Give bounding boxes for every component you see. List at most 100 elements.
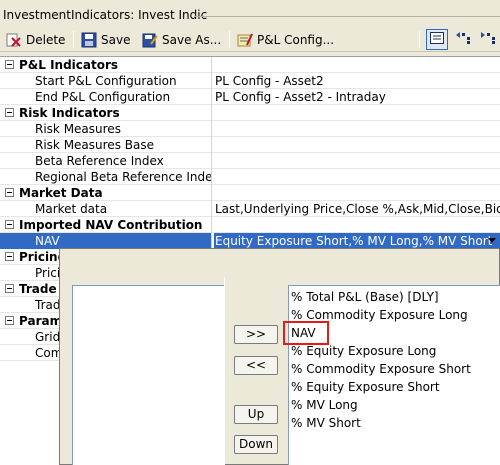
property-name-cell: Risk Indicators (0, 105, 212, 121)
property-label: Param (19, 314, 63, 328)
property-label: NAV (35, 234, 60, 248)
property-label: Beta Reference Index (35, 154, 164, 168)
property-name-cell: Start P&L Configuration (0, 73, 212, 89)
collapse-toggle-icon[interactable] (5, 316, 14, 325)
collapse-toggle-icon[interactable] (5, 284, 14, 293)
property-name-cell: Imported NAV Contribution (0, 217, 212, 233)
collapse-toggle-icon[interactable] (5, 60, 14, 69)
property-label: Trad (35, 298, 61, 312)
property-name-cell: Market data (0, 201, 212, 217)
save-label: Save (101, 32, 131, 47)
nav-selector-popup: >> << Up Down % Total P&L (Base) [DLY]% … (59, 248, 500, 465)
save-as-button[interactable]: Save As... (139, 29, 224, 50)
popup-divider (224, 277, 225, 465)
grid-property-row[interactable]: Market data Last,Underlying Price,Close %… (0, 201, 500, 217)
delete-icon (6, 32, 22, 48)
highlight-box (283, 321, 329, 345)
property-label: Prici (35, 266, 61, 280)
property-value-cell[interactable] (214, 169, 500, 185)
grid-group-row[interactable]: P&L Indicators (0, 57, 500, 73)
save-button[interactable]: Save (78, 29, 133, 50)
toolbar-separator (419, 31, 420, 48)
collapse-toggle-icon[interactable] (5, 188, 14, 197)
property-label: Trade (19, 282, 57, 296)
list-item[interactable]: % MV Short (291, 414, 361, 432)
pl-config-button[interactable]: P&L Config... (234, 29, 337, 50)
property-label: Market data (35, 202, 108, 216)
property-name-cell: Beta Reference Index (0, 153, 212, 169)
list-item[interactable]: % Commodity Exposure Short (291, 360, 471, 378)
grid-property-row[interactable]: End P&L Configuration PL Config - Asset2 … (0, 89, 500, 105)
property-value-cell[interactable]: PL Config - Asset2 (214, 73, 500, 89)
property-label: End P&L Configuration (35, 90, 171, 104)
list-item[interactable]: % MV Long (291, 396, 358, 414)
delete-button[interactable]: Delete (3, 29, 68, 50)
property-value: Last,Underlying Price,Close %,Ask,Mid,Cl… (215, 202, 500, 216)
property-name-cell: Regional Beta Reference Index (0, 169, 212, 185)
delete-label: Delete (26, 32, 66, 47)
toolbar-separator (73, 31, 74, 48)
pl-config-label: P&L Config... (257, 32, 335, 47)
grid-property-row[interactable]: Start P&L Configuration PL Config - Asset… (0, 73, 500, 89)
collapse-icon (480, 31, 498, 48)
list-view-button[interactable] (426, 29, 448, 50)
property-value-cell[interactable]: Equity Exposure Short,% MV Long,% MV Sho… (214, 233, 500, 249)
property-value: PL Config - Asset2 (215, 74, 324, 88)
grid-group-row[interactable]: Market Data (0, 185, 500, 201)
property-name-cell: Risk Measures Base (0, 137, 212, 153)
save-icon (81, 32, 97, 48)
grid-property-row[interactable]: Beta Reference Index (0, 153, 500, 169)
collapse-toggle-icon[interactable] (5, 252, 14, 261)
property-label: Start P&L Configuration (35, 74, 177, 88)
property-label: P&L Indicators (19, 58, 119, 72)
grid-property-row[interactable]: NAV Equity Exposure Short,% MV Long,% MV … (0, 233, 500, 249)
property-value-cell[interactable] (214, 105, 500, 121)
selected-items-list[interactable]: % Total P&L (Base) [DLY] % Commodity Expo… (283, 285, 500, 465)
property-value-cell[interactable] (214, 217, 500, 233)
toolbar-separator (229, 31, 230, 48)
list-item[interactable]: % Equity Exposure Short (291, 378, 440, 396)
expand-all-button[interactable] (453, 29, 475, 50)
dropdown-arrow-icon[interactable] (488, 238, 496, 243)
save-as-icon (142, 32, 158, 48)
property-name-cell: End P&L Configuration (0, 89, 212, 105)
property-label: Risk Indicators (19, 106, 120, 120)
list-view-icon (430, 32, 444, 47)
property-value-cell[interactable] (214, 137, 500, 153)
window-title: InvestmentIndicators: Invest Indic (3, 8, 208, 22)
collapse-toggle-icon[interactable] (5, 220, 14, 229)
grid-property-row[interactable]: Risk Measures Base (0, 137, 500, 153)
expand-icon (455, 31, 473, 48)
up-button[interactable]: Up (234, 405, 278, 424)
collapse-toggle-icon[interactable] (5, 108, 14, 117)
down-button[interactable]: Down (234, 435, 278, 454)
pl-config-icon (237, 32, 253, 48)
property-name-cell: Risk Measures (0, 121, 212, 137)
grid-property-row[interactable]: Risk Measures (0, 121, 500, 137)
property-value-cell[interactable] (214, 57, 500, 73)
save-as-label: Save As... (162, 32, 222, 47)
property-value-cell[interactable]: Last,Underlying Price,Close %,Ask,Mid,Cl… (214, 201, 500, 217)
property-value-cell[interactable] (214, 185, 500, 201)
property-value-cell[interactable] (214, 121, 500, 137)
available-items-list[interactable] (72, 285, 225, 465)
grid-group-row[interactable]: Risk Indicators (0, 105, 500, 121)
property-value: PL Config - Asset2 - Intraday (215, 90, 386, 104)
add-button[interactable]: >> (234, 325, 278, 344)
collapse-all-button[interactable] (478, 29, 500, 50)
list-item[interactable]: % Total P&L (Base) [DLY] (291, 288, 439, 306)
property-label: Imported NAV Contribution (19, 218, 203, 232)
property-name-cell: P&L Indicators (0, 57, 212, 73)
property-label: Grid (35, 330, 61, 344)
property-value: Equity Exposure Short,% MV Long,% MV Sho… (215, 234, 493, 248)
property-value-cell[interactable] (214, 153, 500, 169)
remove-button[interactable]: << (234, 356, 278, 375)
grid-property-row[interactable]: Regional Beta Reference Index (0, 169, 500, 185)
property-label: Market Data (19, 186, 103, 200)
grid-group-row[interactable]: Imported NAV Contribution (0, 217, 500, 233)
property-value-cell[interactable]: PL Config - Asset2 - Intraday (214, 89, 500, 105)
title-bar: InvestmentIndicators: Invest Indic (0, 0, 500, 28)
property-name-cell: NAV (0, 233, 212, 249)
toolbar: Delete Save Save As... P&L Config... (0, 28, 500, 52)
title-divider (194, 16, 500, 17)
